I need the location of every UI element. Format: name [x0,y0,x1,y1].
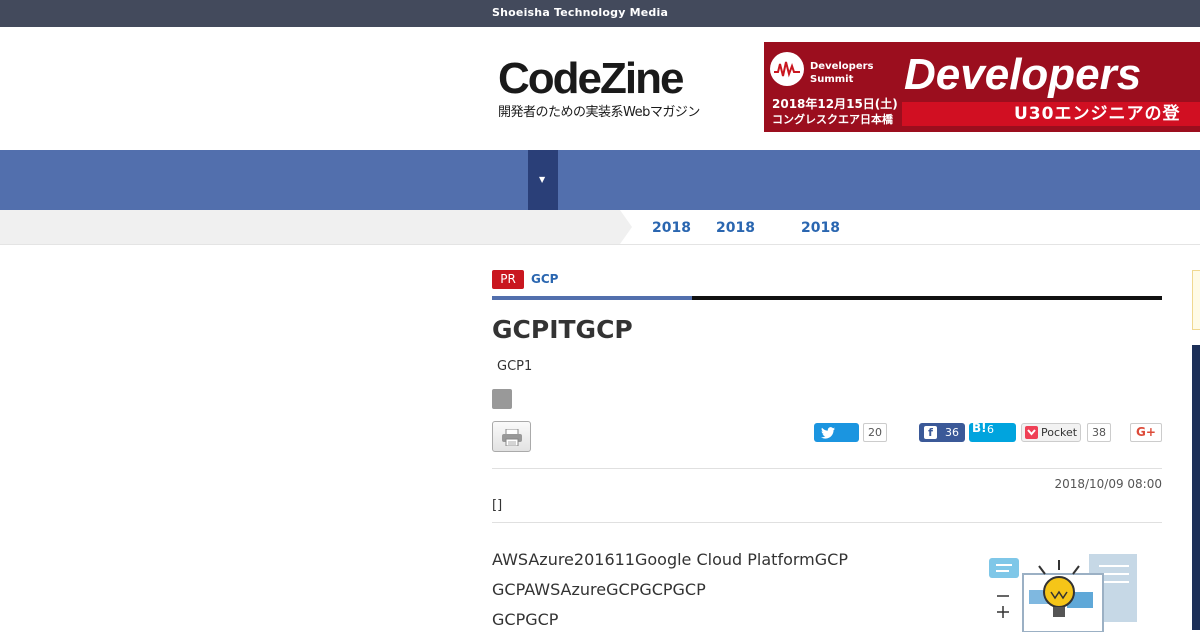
print-button[interactable] [492,421,531,452]
facebook-icon: f [924,426,937,439]
article-title: GCPITGCP [492,315,633,344]
divider [492,468,1162,469]
printer-icon [502,429,522,446]
banner-subline: U30エンジニアの登 [902,102,1200,126]
main-nav: ▼ [0,150,1200,210]
twitter-icon [821,427,835,439]
top-bar: Shoeisha Technology Media [0,0,1200,27]
author-link[interactable]: [] [492,498,502,513]
breadcrumb-item[interactable]: 2018 [652,220,691,236]
waveform-icon [770,52,804,86]
hatena-count: 6 [987,423,994,436]
hatena-bookmark-button[interactable]: B! 6 [969,421,1016,442]
publish-date: 2018/10/09 08:00 [1054,477,1162,491]
title-rule-accent [492,296,692,300]
category-link[interactable]: GCP [531,272,558,286]
lightbulb-illustration [989,554,1137,632]
paragraph: AWSAzure201611Google Cloud PlatformGCP [492,550,848,569]
event-logo: Developers Summit [770,52,874,86]
side-ad-image[interactable] [1192,345,1200,630]
event-name: Developers Summit [810,61,874,85]
twitter-share-button[interactable] [814,423,859,442]
brand-link[interactable]: Shoeisha Technology Media [492,6,668,19]
author-avatar[interactable] [492,389,512,409]
pocket-label: Pocket [1041,426,1078,439]
pocket-icon [1025,426,1038,439]
site-logo[interactable]: CodeZine 開発者のための実装系Webマガジン [498,54,728,121]
paragraph: GCPAWSAzureGCPGCPGCP [492,580,706,599]
divider [492,522,1162,523]
article-subtitle: GCP1 [497,359,533,374]
pocket-save-button[interactable]: Pocket [1021,423,1081,442]
logo-wordmark: CodeZine [498,54,684,103]
ad-banner[interactable]: Developers Summit Developers 2018年12月15日(… [764,42,1200,132]
breadcrumb-item[interactable]: 2018 [801,220,840,236]
pr-badge: PR [492,270,524,289]
breadcrumb: 2018 2018 2018 [0,210,1200,245]
banner-venue: コングレスクエア日本橋 [772,113,893,126]
twitter-count: 20 [863,423,887,442]
breadcrumb-item[interactable]: 2018 [716,220,755,236]
banner-headline: Developers [904,50,1142,99]
paragraph: GCPGCP [492,610,559,629]
facebook-count: 36 [945,426,959,439]
pocket-count: 38 [1087,423,1111,442]
facebook-share-button[interactable]: f 36 [919,423,965,442]
breadcrumb-home-segment [0,210,620,244]
gplus-share-button[interactable]: G+ [1130,423,1162,442]
nav-dropdown-button[interactable]: ▼ [528,150,558,210]
logo-tagline: 開発者のための実装系Webマガジン [498,105,700,120]
chevron-down-icon: ▼ [539,175,546,184]
site-header: CodeZine 開発者のための実装系Webマガジン Developers Sum… [0,27,1200,150]
hatena-icon: B! [972,421,987,435]
side-ad-top[interactable] [1192,270,1200,330]
title-rule [492,296,1162,300]
breadcrumb-arrow [620,210,632,244]
